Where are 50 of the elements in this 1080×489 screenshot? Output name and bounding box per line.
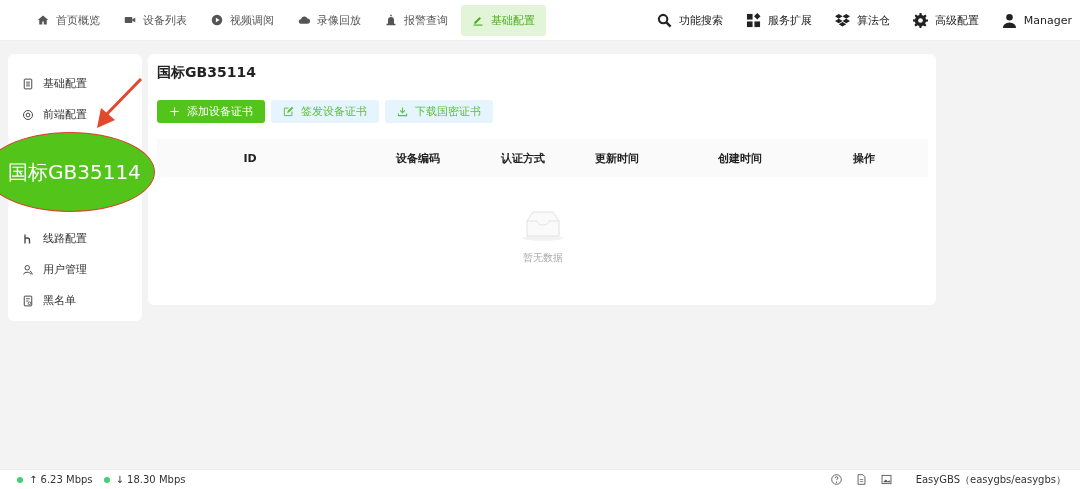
column-header: ID	[243, 151, 257, 165]
column-header: 创建时间	[718, 150, 762, 166]
sidebar-item[interactable]: 前端配置	[22, 99, 87, 130]
nav-tab[interactable]: 录像回放	[287, 4, 372, 36]
cloud-icon	[298, 14, 310, 26]
empty-message: 暂无数据	[522, 251, 563, 265]
pencil-icon	[472, 14, 484, 26]
image-icon[interactable]	[880, 474, 892, 485]
column-header: 认证方式	[501, 150, 545, 166]
column-header: 操作	[853, 150, 875, 166]
sidebar-item[interactable]: 线路配置	[22, 223, 87, 254]
upload-rate: ↑ 6.23 Mbps	[29, 474, 93, 485]
edit-icon	[283, 106, 294, 117]
users-icon	[22, 263, 34, 276]
nav-tab[interactable]: 首页概览	[26, 4, 111, 36]
toolbar-link[interactable]: 高级配置	[912, 12, 979, 28]
column-header: 设备编码	[396, 150, 440, 166]
nav-tab[interactable]: 视频调阅	[200, 4, 285, 36]
plus-icon	[169, 106, 180, 117]
empty-box-icon	[520, 211, 565, 241]
nav-tab[interactable]: 报警查询	[374, 4, 459, 36]
home-icon	[37, 14, 49, 26]
arrow	[95, 78, 143, 130]
download-rate: ↓ 18.30 Mbps	[115, 474, 186, 485]
document-icon	[22, 77, 34, 90]
alarm-icon	[385, 14, 397, 26]
toolbar-link[interactable]: 服务扩展	[745, 12, 812, 28]
list-icon	[22, 294, 34, 307]
play-icon	[211, 14, 223, 26]
file-icon[interactable]	[855, 474, 867, 485]
target-icon	[22, 108, 34, 121]
download-icon	[397, 106, 408, 117]
status-dot	[103, 476, 110, 483]
grid-icon	[745, 12, 761, 28]
sidebar-item[interactable]: 黑名单	[22, 285, 76, 316]
status-dot	[17, 476, 23, 483]
camera-icon	[124, 14, 136, 26]
toolbar-link[interactable]: Manager	[1001, 12, 1072, 28]
sidebar-item[interactable]: 用户管理	[22, 254, 87, 285]
column-header: 更新时间	[594, 150, 639, 166]
version-label: EasyGBS（easygbs/easygbs）	[915, 472, 1066, 487]
sidebar-item[interactable]: 基础配置	[22, 68, 87, 99]
toolbar-link[interactable]: 功能搜索	[656, 12, 723, 28]
page-title: 国标GB35114	[157, 64, 256, 82]
toolbar-link[interactable]: 算法仓	[834, 12, 890, 28]
nav-tab[interactable]: 设备列表	[113, 4, 198, 36]
settings-icon	[912, 12, 928, 28]
help-icon[interactable]	[830, 474, 842, 485]
user-icon	[1001, 12, 1017, 28]
search-icon	[656, 12, 672, 28]
